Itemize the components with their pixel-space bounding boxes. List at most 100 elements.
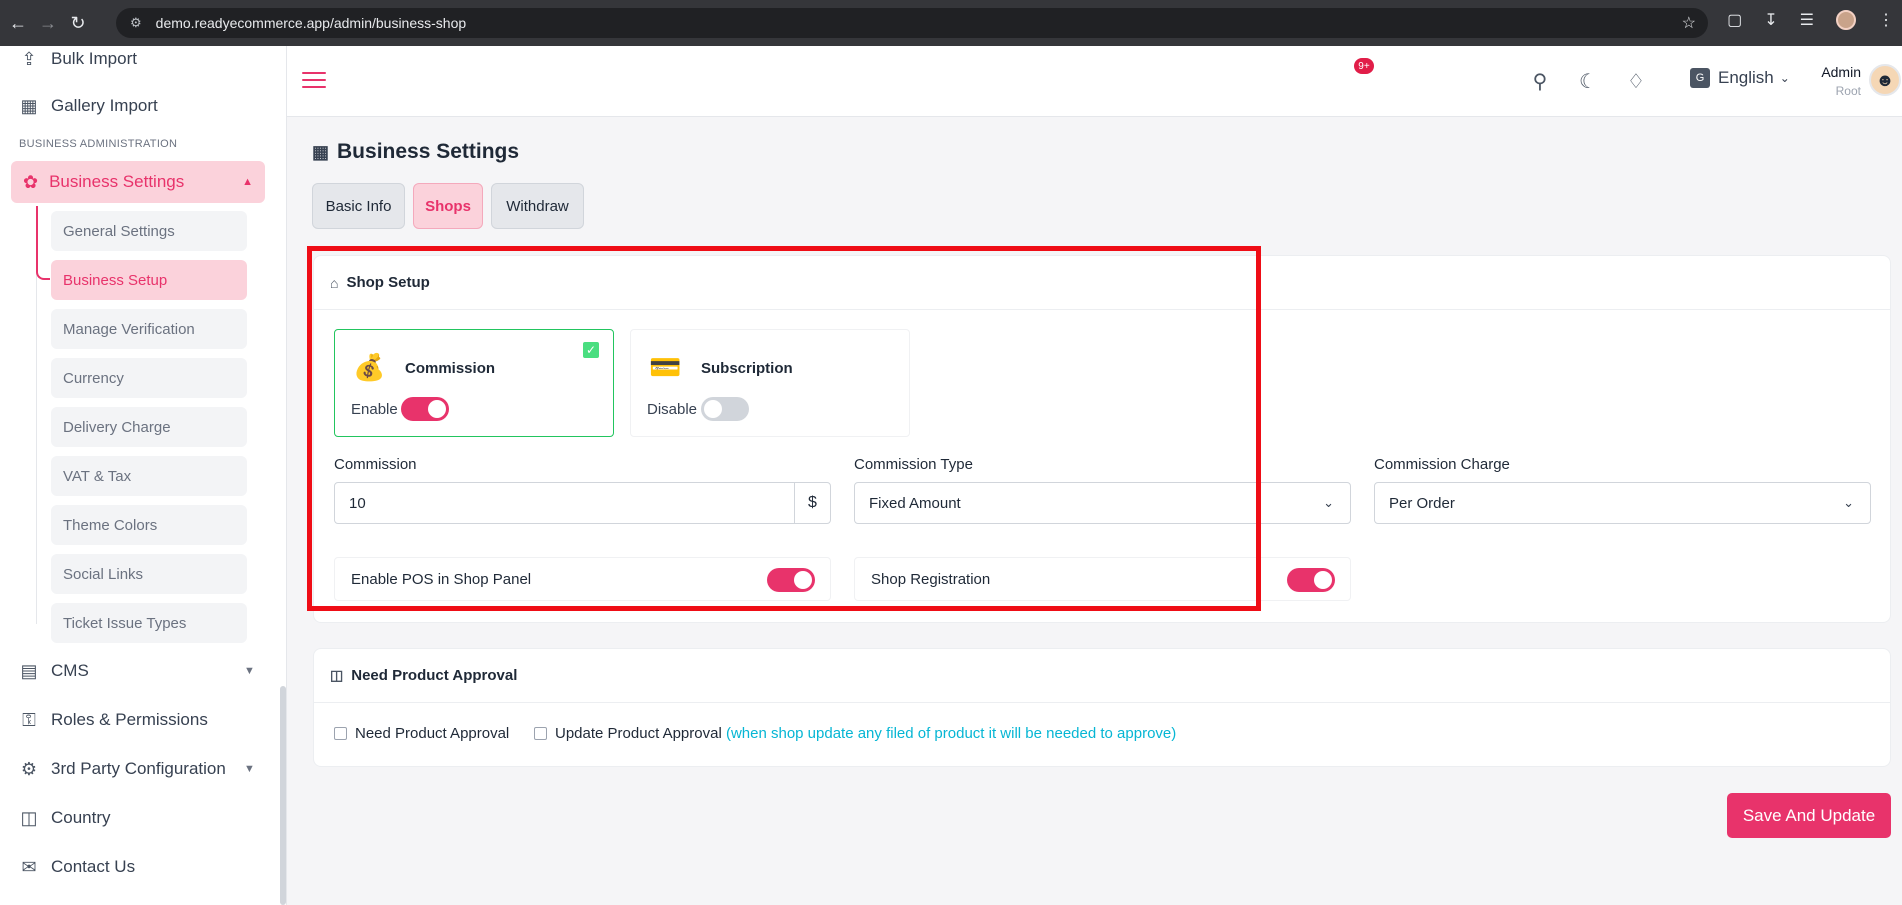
user-name[interactable]: Admin: [1807, 64, 1861, 80]
sidebar-item-country[interactable]: ◫ Country: [18, 803, 110, 833]
tab-shops[interactable]: Shops: [413, 183, 483, 229]
chevron-down-icon: ▼: [244, 763, 255, 775]
checkmark-icon: ✓: [583, 342, 599, 358]
sidebar-item-label: CMS: [51, 661, 89, 680]
product-approval-header: ◫ Need Product Approval: [314, 649, 1890, 703]
notification-badge: 9+: [1354, 58, 1374, 74]
upload-icon: ⇪: [21, 48, 37, 69]
subitem-label: Theme Colors: [63, 516, 158, 534]
chevron-down-icon: ▼: [244, 665, 255, 677]
search-icon[interactable]: ⚲: [1525, 66, 1555, 96]
plan-state-label: Enable: [351, 401, 398, 418]
sidebar-subitem-vat-tax[interactable]: VAT & Tax: [51, 456, 247, 496]
back-icon[interactable]: ←: [6, 11, 30, 35]
subscription-toggle[interactable]: [701, 397, 749, 421]
subitem-label: VAT & Tax: [63, 467, 132, 485]
media-icon[interactable]: ☰: [1800, 10, 1814, 30]
sidebar-item-contact-us[interactable]: ✉ Contact Us: [18, 852, 135, 882]
sidebar-section-label: BUSINESS ADMINISTRATION: [19, 138, 178, 150]
sidebar-subitem-ticket-issue-types[interactable]: Ticket Issue Types: [51, 603, 247, 643]
address-bar[interactable]: ⚙ demo.readyecommerce.app/admin/business…: [116, 8, 1708, 38]
commission-charge-label: Commission Charge: [1374, 456, 1510, 473]
need-approval-checkbox[interactable]: [334, 727, 347, 740]
user-role: Root: [1835, 84, 1861, 98]
hamburger-menu-icon[interactable]: [302, 72, 326, 88]
building-icon: ▦: [312, 141, 330, 162]
sidebar-subitem-general-settings[interactable]: General Settings: [51, 211, 247, 251]
pos-setting-row: Enable POS in Shop Panel: [334, 557, 831, 601]
site-info-icon[interactable]: ⚙: [130, 15, 142, 31]
commission-label: Commission: [334, 456, 417, 473]
sidebar-item-label: Roles & Permissions: [51, 710, 208, 729]
sidebar-item-cms[interactable]: ▤ CMS ▼: [18, 656, 268, 686]
subitem-label: Delivery Charge: [63, 418, 171, 436]
commission-charge-select[interactable]: Per Order ⌄: [1374, 482, 1871, 524]
subscription-plan-option[interactable]: 💳 Subscription Disable: [630, 329, 910, 437]
box-icon: ◫: [330, 667, 344, 683]
sidebar-scrollbar[interactable]: [280, 686, 286, 905]
update-approval-text: Update Product Approval: [555, 725, 722, 742]
update-approval-checkbox[interactable]: [534, 727, 547, 740]
sidebar-item-label: Bulk Import: [51, 49, 137, 68]
sidebar-item-label: Gallery Import: [51, 96, 158, 115]
commission-toggle[interactable]: [401, 397, 449, 421]
sidebar-subitem-theme-colors[interactable]: Theme Colors: [51, 505, 247, 545]
sidebar: ⇪ Bulk Import ▦ Gallery Import BUSINESS …: [0, 46, 287, 905]
profile-avatar[interactable]: [1836, 10, 1856, 30]
page-title: ▦ Business Settings: [312, 140, 519, 164]
avatar[interactable]: ☻: [1869, 64, 1901, 96]
language-selector[interactable]: G English ⌄: [1690, 68, 1790, 88]
sidebar-item-label: Business Settings: [49, 172, 185, 191]
sidebar-subitem-delivery-charge[interactable]: Delivery Charge: [51, 407, 247, 447]
sidebar-subitem-social-links[interactable]: Social Links: [51, 554, 247, 594]
tree-line-active: [36, 206, 50, 280]
pos-label: Enable POS in Shop Panel: [351, 570, 532, 588]
sidebar-subitem-manage-verification[interactable]: Manage Verification: [51, 309, 247, 349]
card-title: Shop Setup: [346, 274, 430, 291]
subitem-label: Manage Verification: [63, 320, 195, 338]
reload-icon[interactable]: ↻: [66, 11, 90, 35]
bookmark-star-icon[interactable]: ☆: [1682, 13, 1696, 33]
save-and-update-button[interactable]: Save And Update: [1727, 793, 1891, 838]
tab-basic-info[interactable]: Basic Info: [312, 183, 405, 229]
card-title: Need Product Approval: [351, 667, 518, 684]
tab-label: Shops: [425, 197, 471, 215]
pos-toggle[interactable]: [767, 568, 815, 592]
shop-registration-label: Shop Registration: [871, 570, 991, 588]
sidebar-item-roles-permissions[interactable]: ⚿ Roles & Permissions: [18, 705, 208, 735]
shop-setup-header: ⌂ Shop Setup: [314, 256, 1890, 310]
extensions-icon[interactable]: ▢: [1727, 10, 1742, 30]
commission-value: 10: [349, 494, 366, 512]
dark-mode-moon-icon[interactable]: ☾: [1573, 66, 1603, 96]
need-approval-label: Need Product Approval: [355, 725, 510, 742]
commission-type-select[interactable]: Fixed Amount ⌄: [854, 482, 1351, 524]
image-icon: ▦: [20, 95, 38, 116]
sidebar-subitem-currency[interactable]: Currency: [51, 358, 247, 398]
commission-type-label: Commission Type: [854, 456, 973, 473]
bank-icon: ⌂: [330, 274, 339, 291]
sidebar-item-label: 3rd Party Configuration: [51, 759, 226, 778]
commission-plan-option[interactable]: 💰 Commission ✓ Enable: [334, 329, 614, 437]
chevron-down-icon: ⌄: [1843, 495, 1854, 510]
sidebar-item-business-settings[interactable]: ✿ Business Settings ▲: [11, 161, 265, 203]
update-approval-hint: (when shop update any filed of product i…: [725, 725, 1177, 742]
subitem-label: General Settings: [63, 222, 175, 240]
sidebar-subitem-business-setup[interactable]: Business Setup: [51, 260, 247, 300]
shop-registration-toggle[interactable]: [1287, 568, 1335, 592]
forward-icon[interactable]: →: [36, 11, 60, 35]
cog-icon: ⚙: [20, 758, 38, 779]
sidebar-item-gallery-import[interactable]: ▦ Gallery Import: [18, 91, 158, 121]
subitem-label: Business Setup: [63, 271, 168, 289]
product-approval-card: ◫ Need Product Approval Need Product App…: [313, 648, 1891, 767]
commission-type-value: Fixed Amount: [869, 494, 961, 512]
download-icon[interactable]: ↧: [1764, 10, 1777, 30]
bell-icon[interactable]: ♢: [1621, 66, 1651, 96]
commission-input[interactable]: 10 $: [334, 482, 831, 524]
sidebar-item-3rd-party-configuration[interactable]: ⚙ 3rd Party Configuration ▼: [18, 754, 268, 784]
tab-withdraw[interactable]: Withdraw: [491, 183, 584, 229]
top-header: ⚲ ☾ ♢ G English ⌄ Admin Root ☻: [287, 46, 1902, 117]
sidebar-item-bulk-import[interactable]: ⇪ Bulk Import: [18, 46, 137, 74]
gear-icon: ✿: [23, 171, 39, 192]
globe-icon: ◫: [20, 807, 38, 828]
browser-menu-icon[interactable]: ⋮: [1878, 10, 1894, 30]
